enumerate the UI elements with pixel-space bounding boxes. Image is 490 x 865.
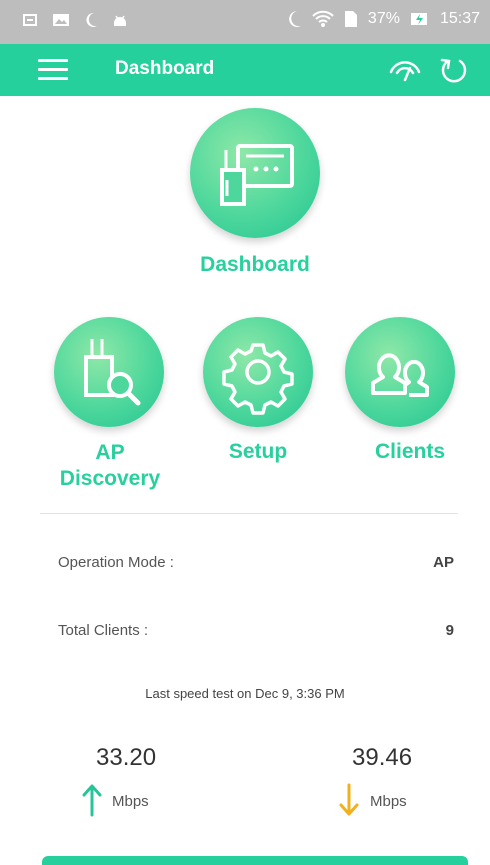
image-icon — [53, 14, 69, 26]
clients-button[interactable] — [345, 317, 455, 427]
upload-speed-value: 33.20 — [96, 744, 157, 771]
total-clients-label: Total Clients : — [58, 622, 149, 639]
dashboard-icon — [220, 144, 294, 206]
refresh-icon[interactable] — [438, 54, 470, 86]
setup-button[interactable] — [203, 317, 313, 427]
users-icon — [371, 353, 429, 397]
wifi-icon — [312, 10, 334, 27]
download-speed-value: 39.46 — [352, 744, 413, 771]
upload-speed-unit: Mbps — [112, 793, 149, 810]
battery-charging-icon — [410, 13, 427, 25]
android-icon — [114, 15, 126, 26]
usb-icon — [23, 14, 37, 26]
setup-label[interactable]: Setup — [198, 440, 318, 464]
speed-test-icon[interactable] — [388, 54, 422, 84]
section-divider — [40, 513, 458, 514]
status-right-icons: 37% 15:37 — [286, 10, 480, 28]
operation-mode-value: AP — [433, 554, 454, 571]
moon-icon — [289, 11, 301, 27]
operation-mode-label: Operation Mode : — [58, 554, 174, 571]
download-arrow-icon — [339, 783, 359, 816]
total-clients-value: 9 — [445, 622, 454, 639]
status-left-icons — [22, 12, 128, 28]
dashboard-button[interactable] — [190, 108, 320, 238]
battery-percent: 37% — [367, 10, 400, 27]
bottom-action-bar[interactable] — [42, 856, 468, 865]
ap-discovery-icon — [84, 339, 141, 406]
menu-icon[interactable] — [38, 59, 68, 81]
ap-discovery-label-line2: Discovery — [59, 467, 161, 490]
clients-label[interactable]: Clients — [345, 440, 475, 464]
app-bar: Dashboard — [0, 44, 490, 96]
sim-icon — [344, 11, 357, 27]
moon-icon — [86, 12, 97, 27]
gear-icon — [222, 343, 294, 415]
ap-discovery-button[interactable] — [54, 317, 164, 427]
dashboard-label[interactable]: Dashboard — [170, 253, 340, 277]
ap-discovery-label-line1: AP — [95, 441, 125, 464]
page-title: Dashboard — [115, 58, 215, 79]
upload-arrow-icon — [82, 784, 102, 817]
download-speed-unit: Mbps — [370, 793, 407, 810]
ap-discovery-label[interactable]: AP Discovery — [40, 440, 180, 492]
speed-test-note: Last speed test on Dec 9, 3:36 PM — [145, 686, 345, 701]
status-bar: 37% 15:37 — [0, 0, 490, 44]
status-time: 15:37 — [439, 10, 480, 27]
